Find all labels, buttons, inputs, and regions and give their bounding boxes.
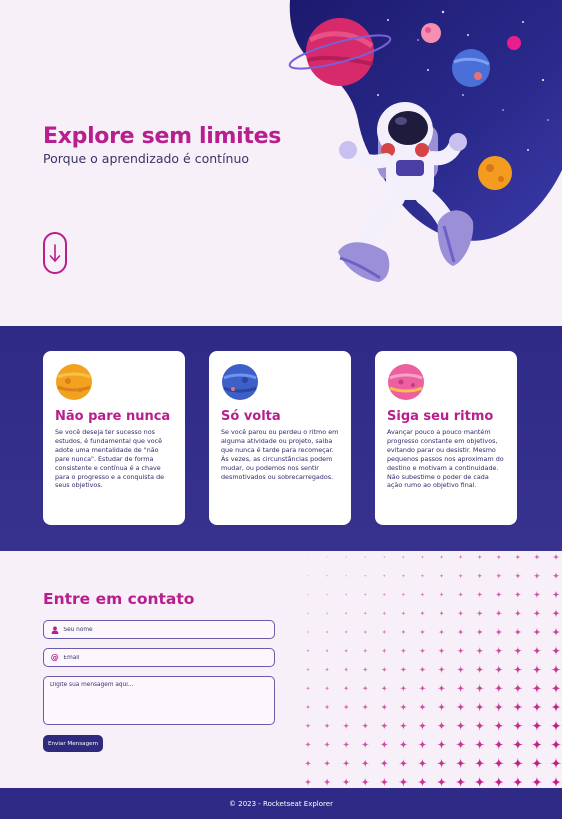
contact-section: Entre em contato @ Enviar Mensagem [0,551,562,788]
cards-section: Não pare nunca Se você deseja ter sucess… [0,326,562,551]
arrow-down-icon [49,244,61,262]
scroll-down-button[interactable] [43,232,67,274]
hero-title: Explore sem limites [43,124,282,149]
email-input[interactable] [63,654,274,661]
name-input[interactable] [63,626,274,633]
hero-section: Explore sem limites Porque o aprendizado… [0,0,562,326]
card-title: Só volta [221,409,281,424]
card-text: Avançar pouco a pouco mantém progresso c… [387,428,504,490]
card-title: Siga seu ritmo [387,409,494,424]
email-field[interactable]: @ [43,648,275,667]
card-text: Se você deseja ter sucesso nos estudos, … [55,428,165,490]
name-field[interactable] [43,620,275,639]
astronaut-illustration [288,0,562,282]
blue-planet-icon [222,364,258,400]
star-pattern-decoration [304,553,562,788]
card-siga-seu-ritmo: Siga seu ritmo Avançar pouco a pouco man… [375,351,517,525]
card-nao-pare-nunca: Não pare nunca Se você deseja ter sucess… [43,351,185,525]
hero-subtitle: Porque o aprendizado é contínuo [43,151,250,166]
message-textarea[interactable] [50,682,274,720]
send-message-button[interactable]: Enviar Mensagem [43,735,103,752]
footer: © 2023 - Rocketseat Explorer [0,788,562,819]
user-icon [50,625,59,635]
card-title: Não pare nunca [55,409,171,424]
card-so-volta: Só volta Se você parou ou perdeu o ritmo… [209,351,351,525]
message-field[interactable] [43,676,275,725]
pink-planet-icon [388,364,424,400]
card-text: Se você parou ou perdeu o ritmo em algum… [221,428,339,481]
footer-copyright: © 2023 - Rocketseat Explorer [229,799,333,808]
at-sign-icon: @ [50,653,59,662]
orange-planet-icon [56,364,92,400]
contact-title: Entre em contato [43,590,195,608]
